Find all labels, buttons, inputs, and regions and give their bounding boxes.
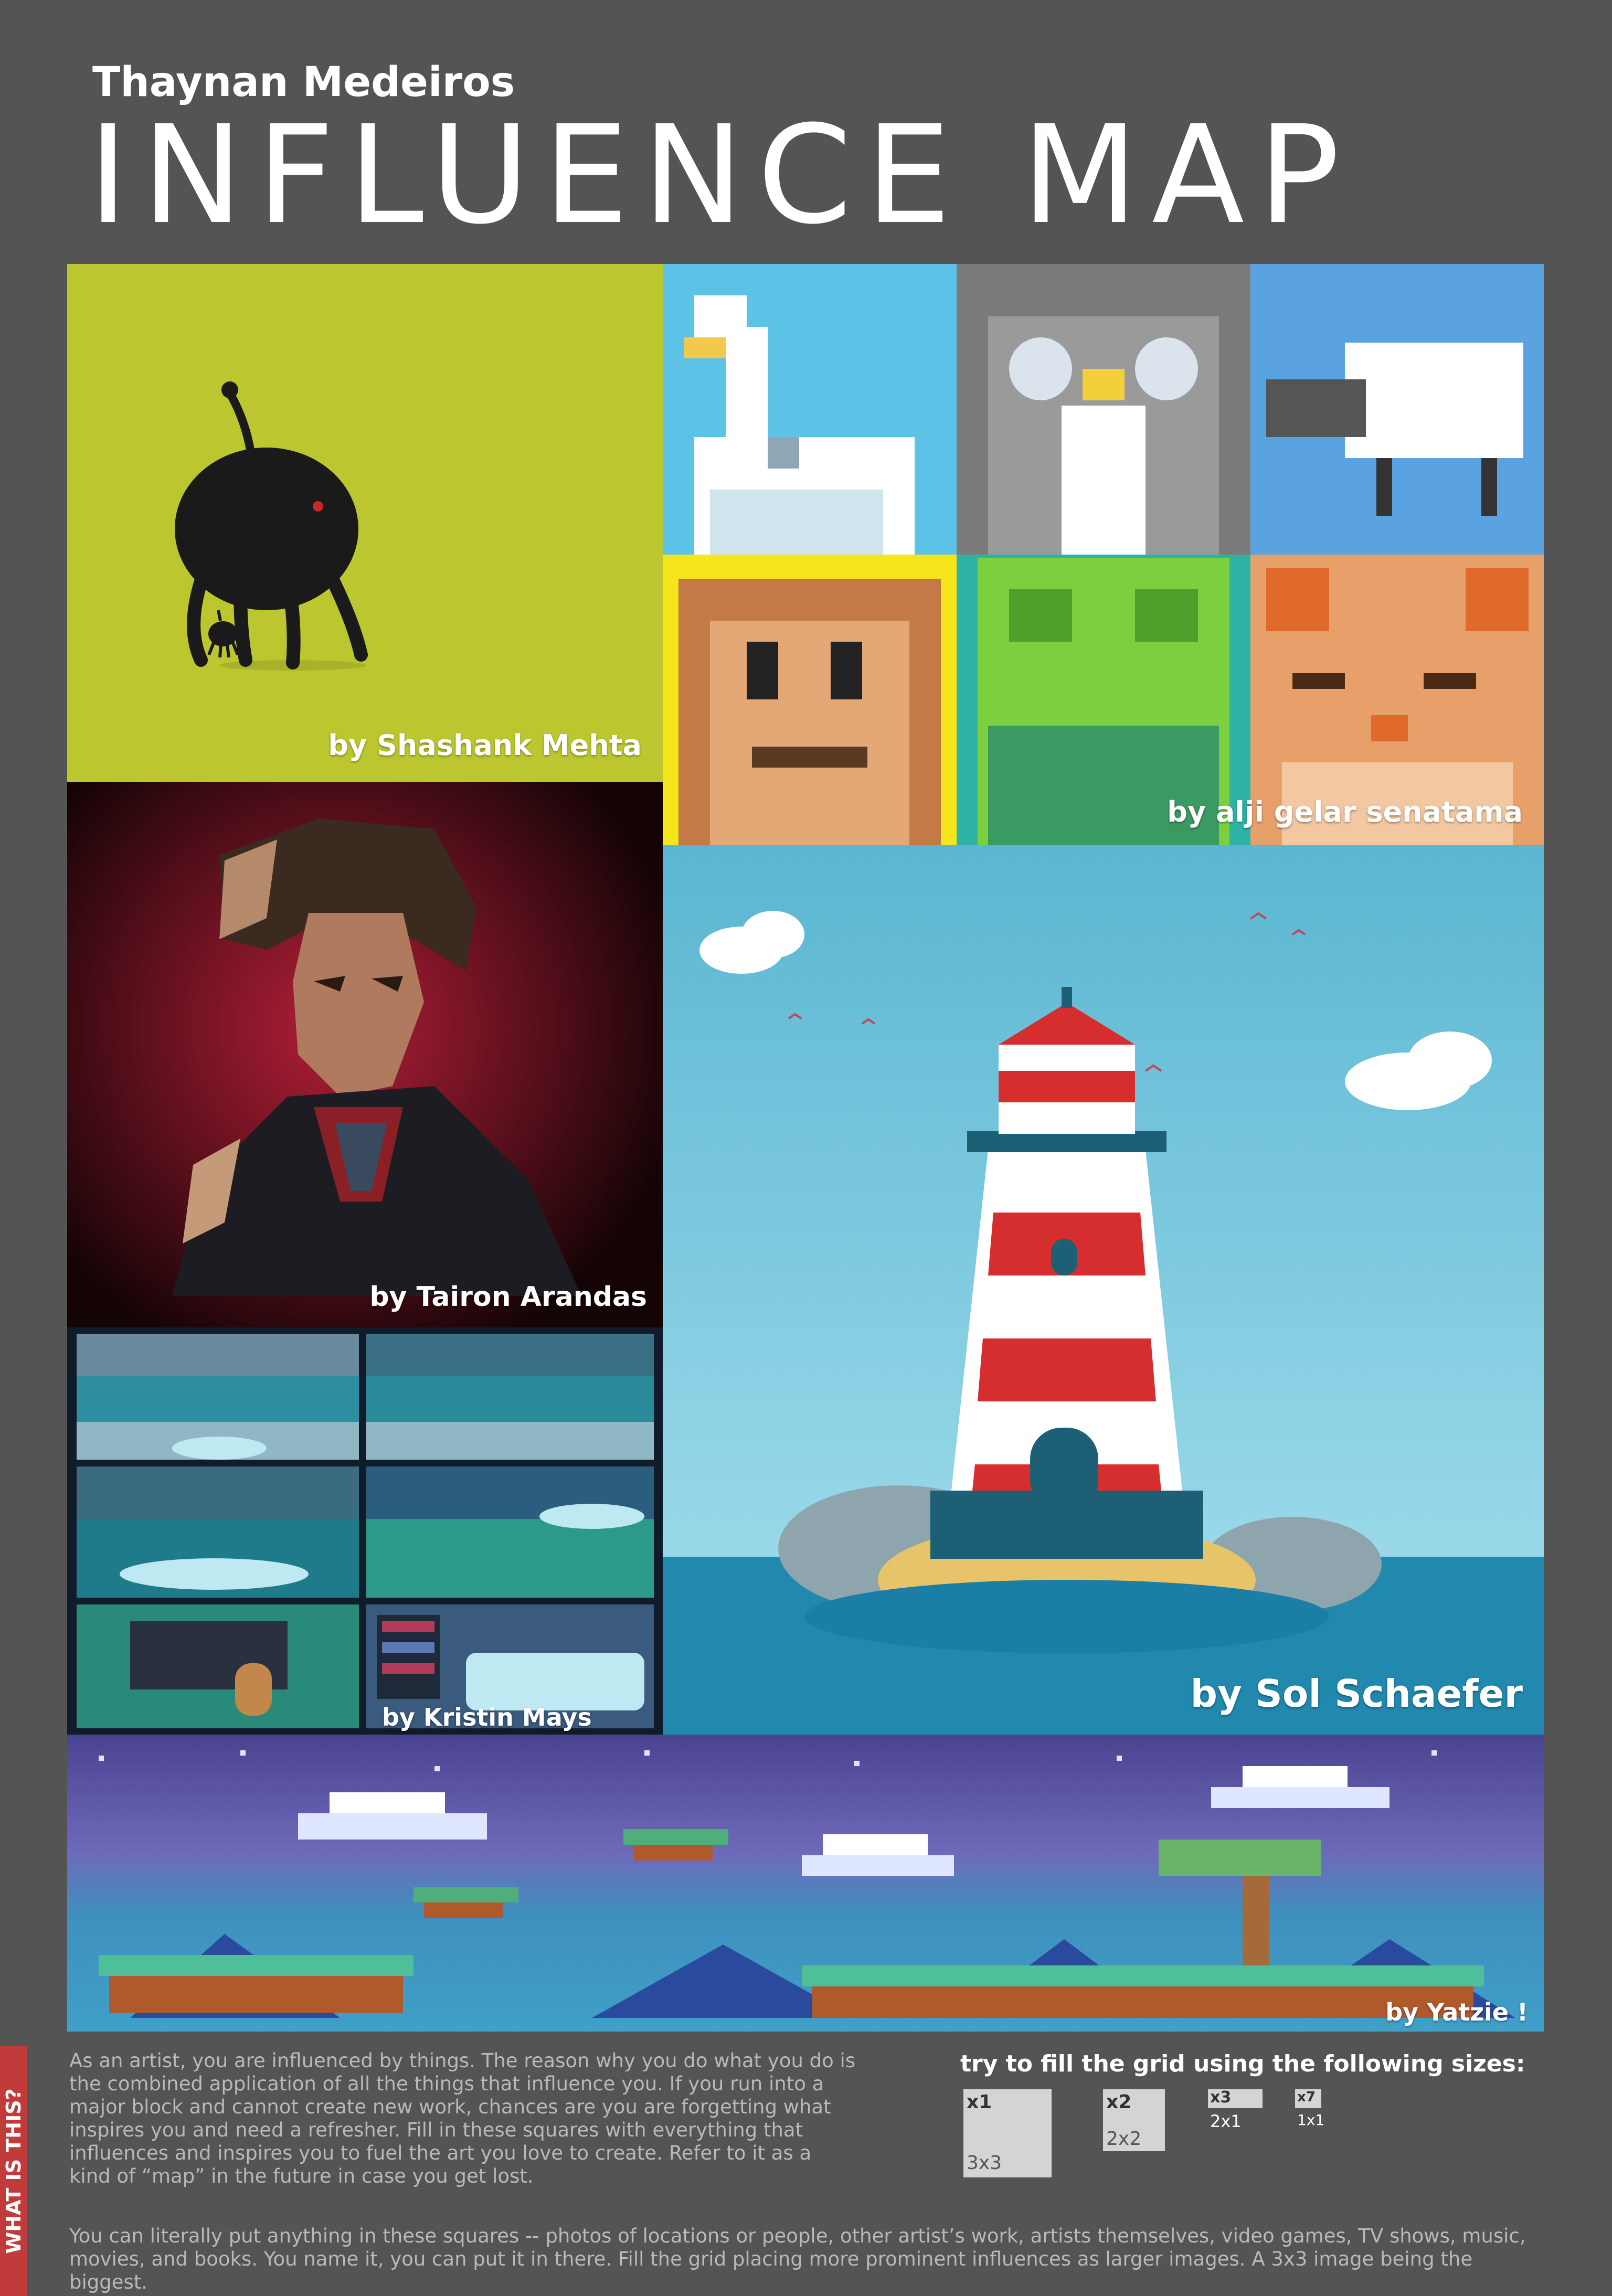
size-count-1x1: x7: [1297, 2089, 1316, 2105]
page-title: INFLUENCE MAP: [88, 97, 1354, 254]
credit-kristin: by Kristin Mays: [382, 1703, 592, 1731]
what-is-this-label: WHAT IS THIS?: [0, 2046, 27, 2296]
creature-illustration: [175, 381, 368, 671]
size-count-2x1: x3: [1210, 2088, 1232, 2107]
credit-alji: by alji gelar senatama: [1167, 795, 1523, 828]
credit-tairon: by Tairon Arandas: [369, 1281, 647, 1313]
forest-illustration: [77, 1334, 654, 1728]
tile-pixel-landscape: by Yatzie !: [67, 1735, 1544, 2032]
size-count-2x2: x2: [1106, 2091, 1132, 2113]
credit-yatzie: by Yatzie !: [1385, 1998, 1528, 2026]
credit-shashank: by Shashank Mehta: [328, 729, 642, 762]
footer-paragraph-1: As an artist, you are influenced by thin…: [69, 2049, 856, 2187]
size-count-3x3: x1: [967, 2091, 992, 2113]
credit-sol: by Sol Schaefer: [1190, 1672, 1523, 1716]
lighthouse-illustration: [663, 911, 1544, 1735]
tile-forest: by Kristin Mays: [67, 1327, 663, 1735]
tile-lighthouse: by Sol Schaefer: [663, 845, 1544, 1735]
size-label-2x2: 2x2: [1106, 2128, 1142, 2150]
size-label-1x1: 1x1: [1297, 2111, 1325, 2129]
tile-pixel-animals: by alji gelar senatama: [663, 264, 1544, 845]
tile-creature: by Shashank Mehta: [67, 264, 663, 782]
grid-size-heading: try to fill the grid using the following…: [960, 2050, 1525, 2077]
pixel-animals-illustration: [663, 264, 1544, 845]
what-is-this-text: WHAT IS THIS?: [2, 2088, 25, 2254]
tile-portrait: by Tairon Arandas: [67, 782, 663, 1327]
footer-paragraph-2: You can literally put anything in these …: [69, 2225, 1526, 2293]
pixel-landscape-illustration: [99, 1750, 1515, 2018]
portrait-illustration: [172, 819, 581, 1296]
size-label-2x1: 2x1: [1210, 2111, 1242, 2131]
size-label-3x3: 3x3: [967, 2152, 1002, 2174]
